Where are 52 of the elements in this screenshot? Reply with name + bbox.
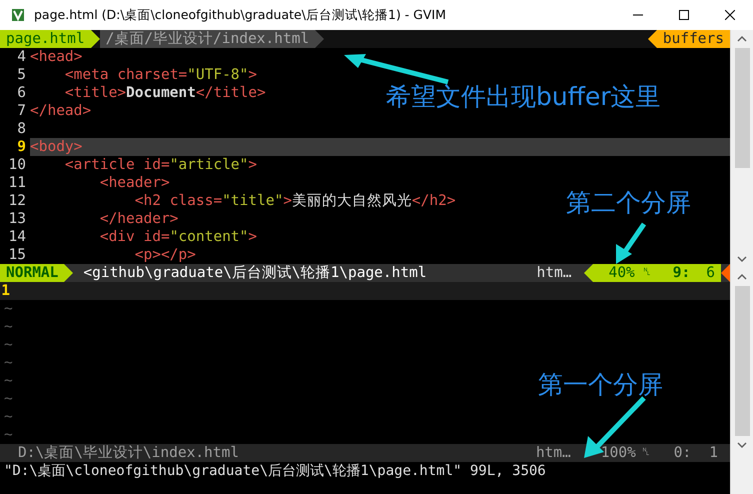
line-number: 7: [16, 102, 27, 120]
status-filetype: htm…: [536, 264, 572, 282]
line-number: 12: [8, 192, 27, 210]
code-line: <header>: [98, 174, 170, 192]
line-number: 4: [16, 48, 27, 66]
status-line: 0:: [674, 444, 692, 462]
line-number: 5: [16, 66, 27, 84]
status-file-path: D:\桌面\毕业设计\index.html: [17, 444, 239, 462]
empty-line-marker: ~: [3, 300, 13, 318]
status-percent: 100%: [600, 444, 636, 462]
scrollbar-thumb[interactable]: [734, 286, 750, 436]
scrollbar[interactable]: [730, 30, 753, 494]
code-line: <p></p>: [134, 246, 196, 264]
empty-line-marker: ~: [3, 372, 13, 390]
code-line: <head>: [30, 48, 82, 66]
code-line: <body>: [30, 138, 82, 156]
empty-line-marker: ~: [3, 426, 13, 444]
code-line: <article id="article">: [64, 156, 258, 174]
line-number: 14: [8, 228, 27, 246]
empty-line-marker: ~: [3, 336, 13, 354]
empty-line-marker: ~: [3, 318, 13, 336]
line-number: 11: [8, 174, 27, 192]
status-file-path: <github\graduate\后台测试\轮播1\page.html: [82, 264, 427, 282]
line-number: 6: [16, 84, 27, 102]
window-title: page.html (D:\桌面\cloneofgithub\graduate\后台测试\轮播1) - GVIM: [34, 6, 447, 24]
code-line: <title>Document</title>: [64, 84, 266, 102]
line-number-symbol: ␤: [640, 264, 653, 282]
status-column: 6: [696, 264, 721, 282]
annotation-text: 第一个分屏: [538, 369, 663, 401]
code-line: <meta charset="UTF-8">: [64, 66, 257, 84]
close-icon: [725, 10, 735, 20]
line-number: 10: [8, 156, 27, 174]
annotation-text: 第二个分屏: [566, 187, 691, 219]
code-line: </head>: [30, 102, 92, 120]
line-number: 8: [16, 120, 27, 138]
empty-line-marker: ~: [3, 354, 13, 372]
code-line: <div id="content">: [98, 228, 258, 246]
line-number: 1: [0, 282, 11, 300]
empty-line-marker: ~: [3, 408, 13, 426]
code-line: </header>: [98, 210, 178, 228]
annotation-text: 希望文件出现buffer这里: [386, 81, 661, 113]
status-filetype: htm…: [536, 444, 571, 462]
maximize-icon: [679, 10, 689, 20]
app-icon: [10, 7, 26, 23]
line-number: 15: [8, 246, 27, 264]
line-number: 13: [8, 210, 27, 228]
status-column: 1: [709, 444, 718, 462]
empty-line-marker: ~: [3, 390, 13, 408]
line-number: 9: [16, 138, 27, 156]
code-line: <h2 class="title">美丽的大自然风光</h2>: [134, 192, 456, 210]
scrollbar-thumb[interactable]: [734, 48, 750, 168]
line-number-symbol: ␤: [642, 446, 650, 460]
